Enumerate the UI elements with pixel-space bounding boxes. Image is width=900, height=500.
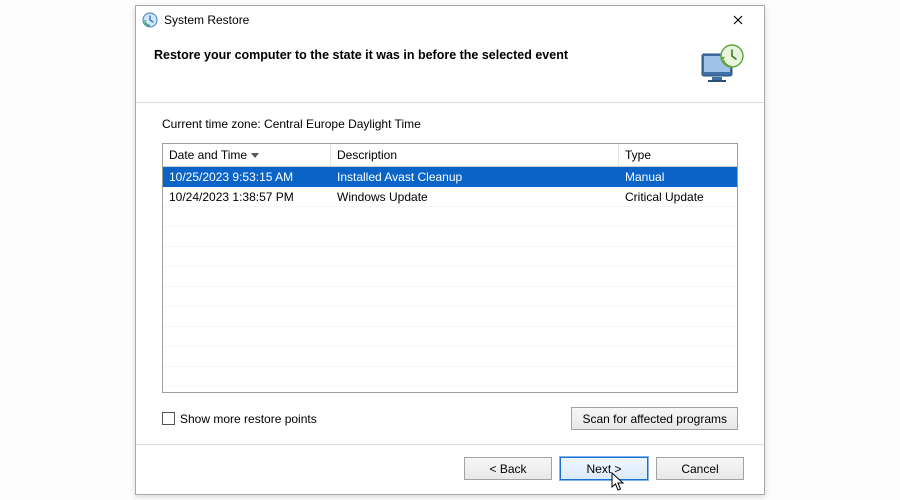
- table-row[interactable]: 10/24/2023 1:38:57 PM Windows Update Cri…: [163, 187, 737, 207]
- table-body: 10/25/2023 9:53:15 AM Installed Avast Cl…: [163, 167, 737, 392]
- body-area: Current time zone: Central Europe Daylig…: [136, 103, 764, 444]
- checkbox-box-icon: [162, 412, 175, 425]
- below-grid-row: Show more restore points Scan for affect…: [162, 393, 738, 436]
- next-button[interactable]: Next >: [560, 457, 648, 480]
- column-header-label: Description: [337, 148, 397, 162]
- cell-type: Manual: [619, 170, 737, 184]
- column-header-description[interactable]: Description: [331, 144, 619, 166]
- timezone-label: Current time zone: Central Europe Daylig…: [162, 117, 738, 131]
- cancel-button[interactable]: Cancel: [656, 457, 744, 480]
- system-restore-icon: [142, 12, 158, 28]
- table-row[interactable]: 10/25/2023 9:53:15 AM Installed Avast Cl…: [163, 167, 737, 187]
- cell-description: Installed Avast Cleanup: [331, 170, 619, 184]
- show-more-restore-points-checkbox[interactable]: Show more restore points: [162, 412, 317, 426]
- cell-date: 10/25/2023 9:53:15 AM: [163, 170, 331, 184]
- header-band: Restore your computer to the state it wa…: [136, 34, 764, 103]
- back-button[interactable]: < Back: [464, 457, 552, 480]
- restore-points-table[interactable]: Date and Time Description Type 10/25/202…: [162, 143, 738, 393]
- checkbox-label: Show more restore points: [180, 412, 317, 426]
- column-header-date[interactable]: Date and Time: [163, 144, 331, 166]
- restore-monitor-icon: [698, 44, 746, 88]
- cell-date: 10/24/2023 1:38:57 PM: [163, 190, 331, 204]
- column-header-type[interactable]: Type: [619, 144, 737, 166]
- column-header-label: Date and Time: [169, 148, 247, 162]
- window-title: System Restore: [164, 13, 718, 27]
- close-icon: [733, 15, 743, 25]
- system-restore-window: System Restore Restore your computer to …: [135, 5, 765, 495]
- header-heading: Restore your computer to the state it wa…: [154, 44, 688, 62]
- scan-affected-programs-button[interactable]: Scan for affected programs: [571, 407, 738, 430]
- column-header-label: Type: [625, 148, 651, 162]
- cell-description: Windows Update: [331, 190, 619, 204]
- sort-desc-icon: [251, 153, 259, 158]
- table-header: Date and Time Description Type: [163, 144, 737, 167]
- cell-type: Critical Update: [619, 190, 737, 204]
- close-button[interactable]: [718, 8, 758, 32]
- titlebar: System Restore: [136, 6, 764, 34]
- footer-buttons: < Back Next > Cancel: [136, 444, 764, 494]
